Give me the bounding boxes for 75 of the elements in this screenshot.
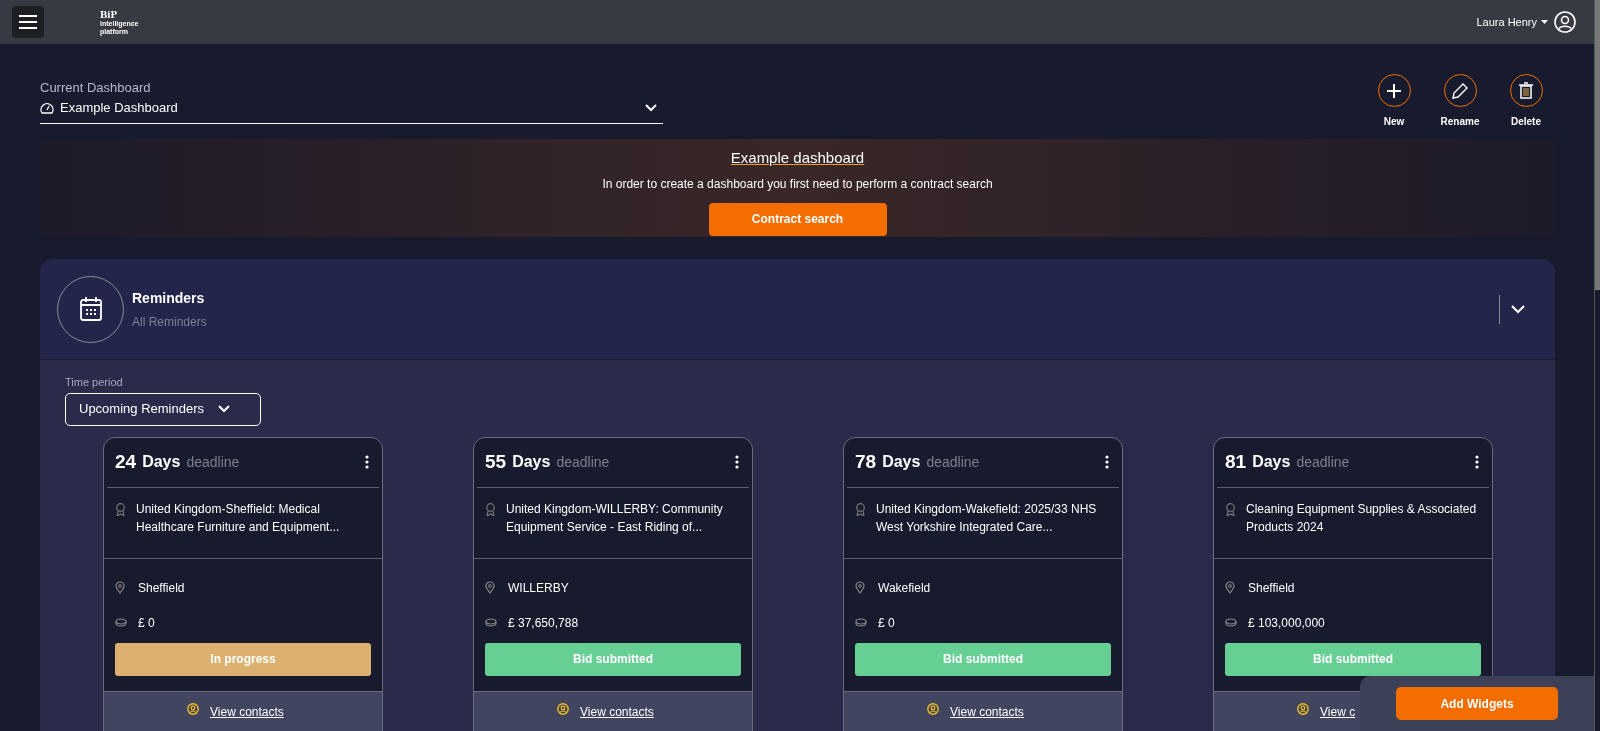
contact-icon [557,702,569,715]
contact-icon [927,702,939,715]
chevron-down-icon [218,405,230,413]
user-avatar-icon[interactable] [1554,11,1576,33]
value-text: £ 0 [138,614,155,632]
dashboard-select[interactable]: Example Dashboard [40,96,663,124]
days-unit: Days [512,452,551,472]
view-contacts-link[interactable]: View contacts [580,702,654,721]
coin-icon [115,618,127,627]
chevron-down-icon [1511,304,1525,314]
contact-icon [1297,702,1309,715]
coin-icon [1225,618,1237,627]
days-count: 24 [115,449,137,474]
location-text: Wakefield [878,579,931,597]
location-text: Sheffield [138,579,185,597]
contract-title[interactable]: Cleaning Equipment Supplies & Associated Products 2024 [1246,499,1481,558]
gauge-icon [40,101,54,114]
contact-icon [187,702,199,715]
days-count: 81 [1225,449,1247,474]
days-count: 78 [855,449,877,474]
banner-title-link[interactable]: Example dashboard [730,147,865,170]
scrollbar[interactable] [1594,0,1600,731]
panel-subtitle: All Reminders [132,313,207,331]
logo-mark: BiP [100,8,119,20]
contract-title[interactable]: United Kingdom-WILLERBY: Community Equipment Service - East Riding of... [506,499,741,558]
more-options-icon[interactable] [1475,455,1479,469]
value-text: £ 103,000,000 [1248,614,1325,632]
location-text: Sheffield [1248,579,1295,597]
pencil-icon [1452,82,1468,99]
coin-icon [485,618,497,627]
coin-icon [855,618,867,627]
action-label: Rename [1440,115,1480,129]
deadline-label: deadline [556,452,610,472]
award-icon [485,502,496,516]
contract-title[interactable]: United Kingdom-Wakefield: 2025/33 NHS West Yorkshire Integrated Care... [876,499,1111,558]
contract-title[interactable]: United Kingdom-Sheffield: Medical Healthcare Furniture and Equipment... [136,499,371,558]
days-count: 55 [485,449,507,474]
award-icon [115,502,126,516]
location-pin-icon [1225,581,1235,594]
caret-icon [1541,20,1548,24]
trash-icon [1519,82,1533,99]
plus-icon [1387,83,1401,98]
location-pin-icon [855,581,865,594]
action-label: New [1383,115,1405,129]
deadline-label: deadline [186,452,240,472]
view-contacts-link[interactable]: View contacts [950,702,1024,721]
user-menu[interactable]: Laura Henry [1476,13,1548,31]
location-pin-icon [115,581,125,594]
time-period-select[interactable]: Upcoming Reminders [65,392,261,426]
more-options-icon[interactable] [1105,455,1109,469]
days-unit: Days [1252,452,1291,472]
days-unit: Days [882,452,921,472]
value-text: £ 0 [878,614,895,632]
banner-message: In order to create a dashboard you first need to perform a contract search [602,175,993,193]
deadline-label: deadline [926,452,980,472]
panel-title: Reminders [132,288,206,308]
action-label: Delete [1511,115,1541,129]
deadline-label: deadline [1296,452,1350,472]
field-label: Current Dashboard [40,80,152,96]
award-icon [855,502,866,516]
menu-icon [18,14,38,30]
location-pin-icon [485,581,495,594]
view-contacts-link[interactable]: View contacts [210,702,284,721]
view-contacts-link[interactable]: View c [1320,702,1356,721]
location-text: WILLERBY [508,579,569,597]
award-icon [1225,502,1236,516]
menu-button[interactable] [12,6,44,38]
field-label: Time period [65,375,124,390]
calendar-icon [79,297,102,321]
chevron-down-icon [645,103,657,112]
collapse-toggle[interactable] [1509,302,1527,316]
more-options-icon[interactable] [735,455,739,469]
more-options-icon[interactable] [365,455,369,469]
value-text: £ 37,650,788 [508,614,579,632]
days-unit: Days [142,452,181,472]
